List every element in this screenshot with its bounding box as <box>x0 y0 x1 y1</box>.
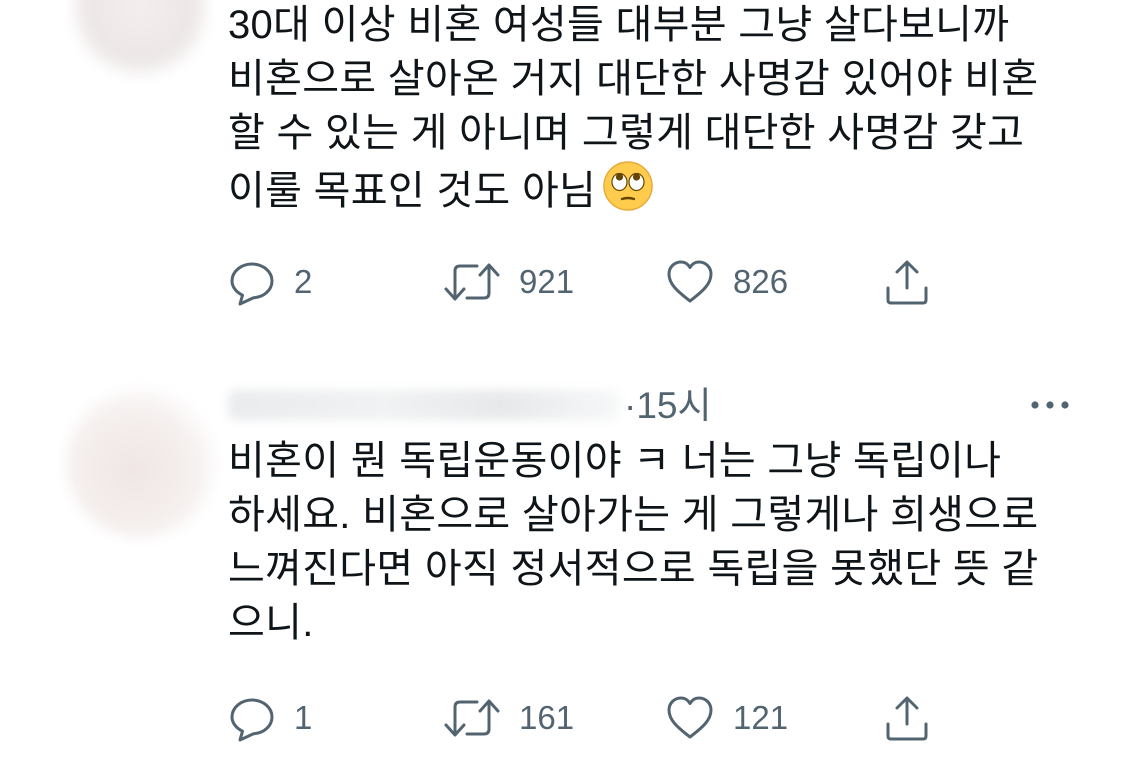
avatar[interactable] <box>66 388 216 538</box>
share-button[interactable] <box>883 693 931 743</box>
retweet-count: 921 <box>519 263 575 300</box>
avatar[interactable] <box>72 0 208 76</box>
tweet[interactable]: 30대 이상 비혼 여성들 대부분 그냥 살다보니까 비혼으로 살아온 거지 대… <box>0 0 1125 340</box>
share-button[interactable] <box>883 257 931 307</box>
heart-icon <box>667 260 713 303</box>
retweet-button[interactable]: 161 <box>443 693 574 743</box>
reply-button[interactable]: 2 <box>228 257 312 307</box>
retweet-icon <box>444 699 500 737</box>
reply-icon <box>230 262 274 306</box>
like-button[interactable]: 826 <box>665 257 788 307</box>
tweet-actions: 2 921 826 <box>228 257 948 307</box>
heart-icon <box>667 696 713 739</box>
reply-count: 2 <box>294 263 313 300</box>
reply-button[interactable]: 1 <box>228 693 312 743</box>
reply-count: 1 <box>294 699 313 736</box>
tweet-actions: 1 161 121 <box>228 693 948 743</box>
tweet-time[interactable]: ·15시 <box>624 384 712 428</box>
author-name-redacted[interactable] <box>228 390 620 420</box>
like-count: 826 <box>733 263 789 300</box>
retweet-count: 161 <box>519 699 575 736</box>
tweet-text: 30대 이상 비혼 여성들 대부분 그냥 살다보니까 비혼으로 살아온 거지 대… <box>228 0 1098 218</box>
like-button[interactable]: 121 <box>665 693 788 743</box>
share-icon <box>886 260 928 305</box>
like-count: 121 <box>733 699 789 736</box>
rolling-eyes-emoji-icon <box>603 161 653 211</box>
retweet-icon <box>444 263 500 301</box>
tweet[interactable]: ·15시 비혼이 뭔 독립운동이야 ㅋ 너는 그냥 독립이나 하세요. 비혼으로… <box>0 340 1125 758</box>
tweet-text: 비혼이 뭔 독립운동이야 ㅋ 너는 그냥 독립이나 하세요. 비혼으로 살아가는… <box>228 439 1039 645</box>
share-icon <box>886 696 928 741</box>
reply-icon <box>230 698 274 742</box>
tweet-header: ·15시 <box>228 384 1078 428</box>
retweet-button[interactable]: 921 <box>443 257 574 307</box>
more-options-icon[interactable] <box>1028 398 1072 412</box>
